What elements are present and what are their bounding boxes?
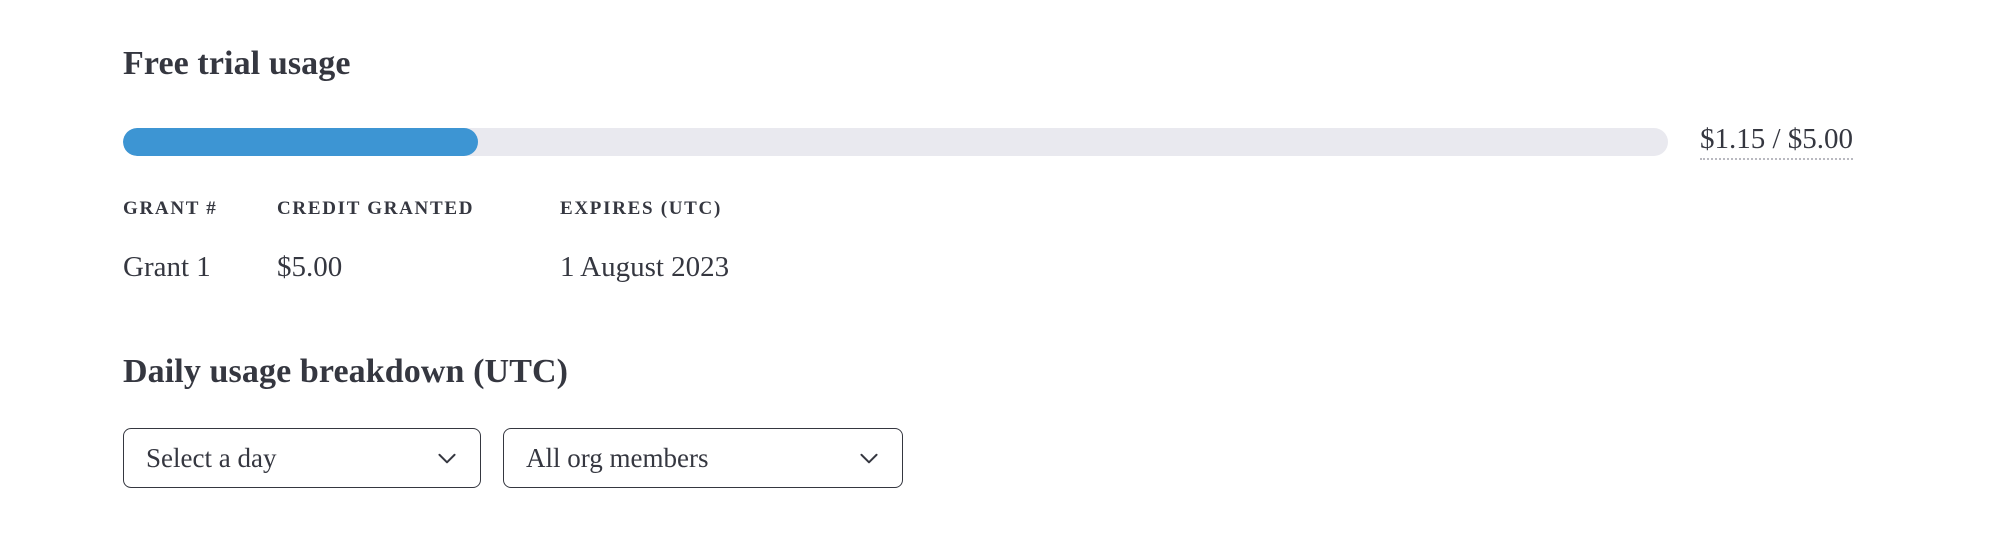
grants-table: GRANT # CREDIT GRANTED EXPIRES (UTC) Gra… [123, 198, 920, 282]
column-header-grant-number: GRANT # [123, 198, 218, 219]
usage-page: Free trial usage $1.15 / $5.00 GRANT # C… [0, 0, 1992, 542]
daily-usage-breakdown-title: Daily usage breakdown (UTC) [123, 353, 569, 390]
column-header-credit-granted: CREDIT GRANTED [277, 198, 475, 219]
free-trial-progress-fill [123, 127, 479, 156]
grants-table-body: Grant 1 $5.00 1 August 2023 [123, 251, 920, 283]
members-select-value: All org members [526, 442, 709, 473]
free-trial-usage-title: Free trial usage [123, 45, 351, 82]
day-select-value: Select a day [146, 442, 277, 473]
grants-table-head: GRANT # CREDIT GRANTED EXPIRES (UTC) [123, 198, 920, 252]
free-trial-usage-row: $1.15 / $5.00 [123, 123, 1913, 160]
members-select[interactable]: All org members [503, 428, 903, 488]
day-select[interactable]: Select a day [123, 428, 481, 488]
chevron-down-icon [856, 445, 882, 471]
grants-table-header-row: GRANT # CREDIT GRANTED EXPIRES (UTC) [123, 198, 920, 252]
daily-usage-filters: Select a day All org members [123, 428, 903, 488]
free-trial-progress-bar [123, 127, 1668, 156]
table-row: Grant 1 $5.00 1 August 2023 [123, 251, 920, 283]
free-trial-usage-amount: $1.15 / $5.00 [1700, 123, 1854, 160]
cell-grant-number: Grant 1 [123, 251, 211, 283]
chevron-down-icon [434, 445, 460, 471]
column-header-expires-utc: EXPIRES (UTC) [560, 198, 722, 219]
cell-expires: 1 August 2023 [560, 251, 730, 283]
cell-credit-granted: $5.00 [277, 251, 343, 283]
